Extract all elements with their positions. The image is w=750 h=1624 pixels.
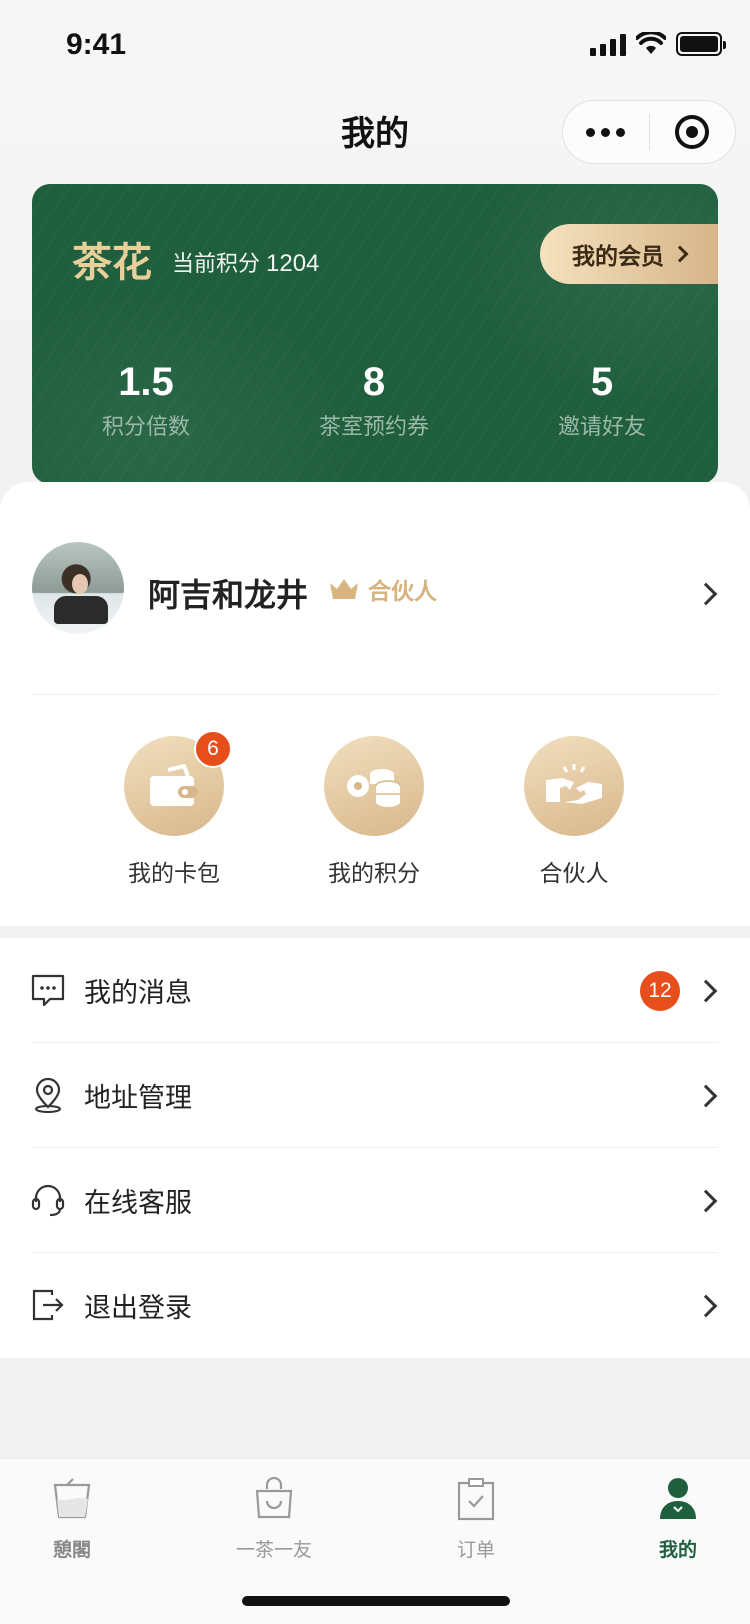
my-membership-label: 我的会员 [572,244,664,270]
menu-item-customer-service[interactable]: 在线客服 [0,1148,750,1253]
tab-tea-friends[interactable]: 一茶一友 [214,1476,334,1562]
chevron-right-icon [671,245,689,263]
profile-panel: 阿吉和龙井 合伙人 6 我的卡包 我的积分 合伙人 [0,482,750,926]
avatar[interactable] [32,542,124,634]
stat-label: 积分倍数 [101,415,190,440]
tab-label: 憩閣 [52,1539,91,1561]
wallet-icon [150,764,198,806]
points-value: 1204 [266,250,320,277]
member-card: 茶花 当前积分 1204 我的会员 1.5 积分倍数 8 茶室预约券 5 邀请好友 [32,184,718,484]
clipboard-icon [457,1478,495,1521]
partner-badge: 合伙人 [328,572,437,606]
headset-icon [31,1184,65,1217]
my-membership-button[interactable]: 我的会员 [540,224,718,284]
menu-item-logout[interactable]: 退出登录 [0,1253,750,1358]
chevron-right-icon [694,1294,718,1317]
menu-item-messages[interactable]: 我的消息 12 [0,938,750,1043]
settings-menu: 我的消息 12 地址管理 在线客服 退出登录 [0,938,750,1358]
target-icon [675,115,710,149]
stat-value: 5 [590,360,614,404]
coins-icon [347,769,401,807]
tab-teahouse[interactable]: 憩閣 [12,1477,132,1562]
home-indicator [242,1596,510,1606]
tab-orders[interactable]: 订单 [416,1477,536,1562]
menu-item-address[interactable]: 地址管理 [0,1043,750,1148]
divider [32,694,718,695]
tab-label: 订单 [456,1539,495,1561]
quick-action-label: 我的卡包 [128,861,220,887]
shopping-bag-icon [255,1476,293,1519]
messages-unread-badge: 12 [640,970,680,1011]
profile-chevron-right-icon[interactable] [694,582,718,606]
chevron-right-icon [694,1189,718,1212]
card-wallet-badge: 6 [194,730,232,768]
stat-tearoom-vouchers[interactable]: 8 茶室预约券 [260,360,488,441]
battery-icon [676,32,726,56]
handshake-icon [546,764,602,804]
quick-actions: 6 我的卡包 我的积分 合伙人 [0,730,750,896]
menu-item-label: 退出登录 [84,1293,192,1324]
username[interactable]: 阿吉和龙井 [148,570,308,616]
quick-action-partner[interactable]: 合伙人 [474,736,674,888]
points-label: 当前积分 [172,252,261,277]
teacup-icon [53,1478,91,1519]
miniprogram-capsule [562,100,736,164]
stat-invite-friends[interactable]: 5 邀请好友 [488,360,716,441]
close-miniprogram-button[interactable] [650,115,736,149]
member-level: 茶花 [72,240,152,286]
tab-label: 一茶一友 [235,1539,312,1561]
user-icon [660,1478,696,1519]
menu-item-label: 地址管理 [84,1083,192,1114]
quick-action-label: 我的积分 [328,861,420,887]
status-bar: 9:41 [0,0,750,92]
tab-label: 我的 [658,1539,697,1561]
wifi-icon [636,32,666,54]
quick-action-my-points[interactable]: 我的积分 [274,736,474,888]
message-icon [31,974,65,1007]
status-time: 9:41 [66,28,127,61]
member-stats: 1.5 积分倍数 8 茶室预约券 5 邀请好友 [32,360,718,441]
menu-item-label: 在线客服 [84,1188,192,1219]
stat-label: 邀请好友 [557,415,646,440]
logout-icon [32,1289,64,1321]
more-menu-button[interactable] [563,127,649,137]
chevron-right-icon [694,1084,718,1107]
quick-action-card-wallet[interactable]: 6 我的卡包 [74,730,274,888]
stat-value: 8 [362,360,386,404]
current-points: 当前积分 1204 [172,246,319,278]
location-icon [35,1077,61,1113]
quick-action-label: 合伙人 [539,861,609,887]
menu-item-label: 我的消息 [84,978,192,1009]
chevron-right-icon [694,979,718,1002]
cellular-signal-icon [590,32,626,56]
stat-value: 1.5 [118,360,174,404]
tab-me[interactable]: 我的 [618,1477,738,1562]
status-icons [590,32,726,56]
stat-label: 茶室预约券 [318,415,429,440]
stat-points-multiplier[interactable]: 1.5 积分倍数 [32,360,260,441]
partner-badge-label: 合伙人 [368,579,437,605]
crown-icon [330,579,358,599]
